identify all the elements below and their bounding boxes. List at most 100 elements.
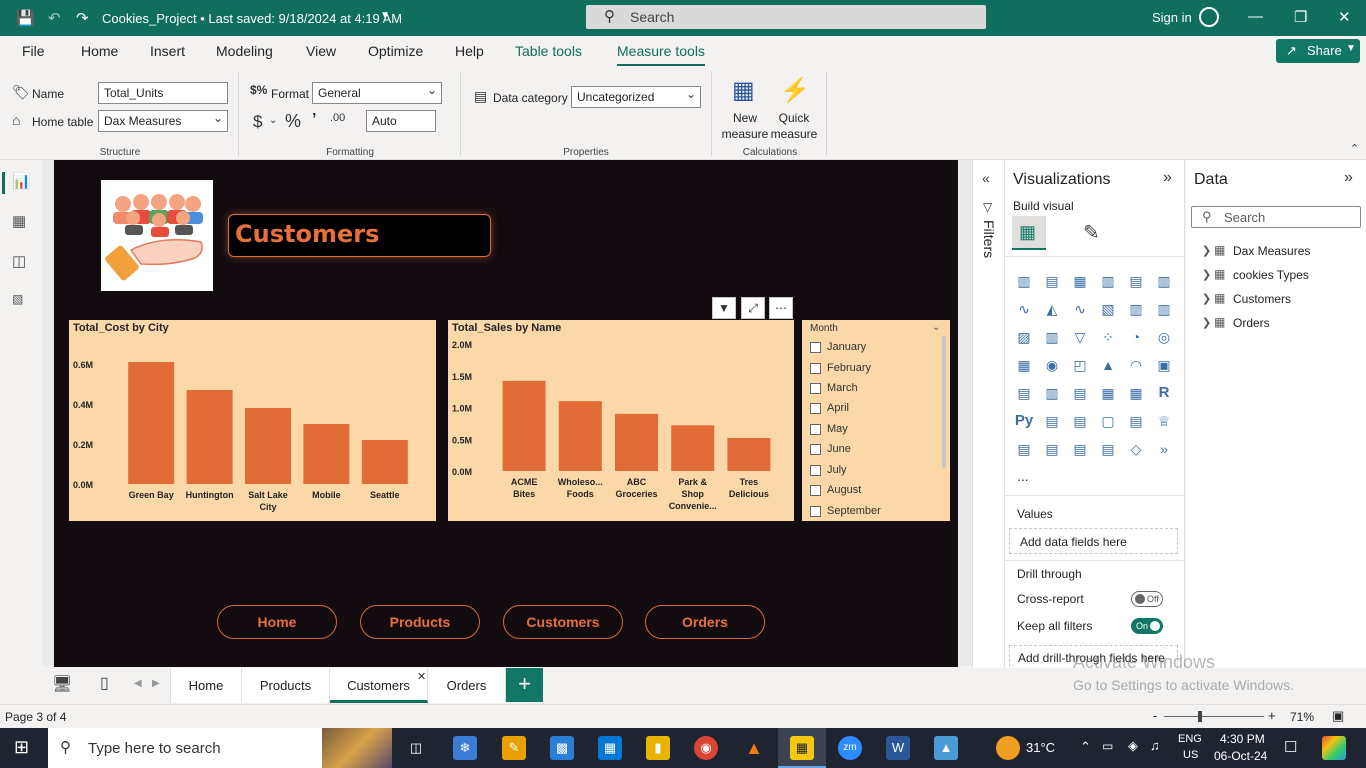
visual-type-icon[interactable]: ◭ (1042, 300, 1062, 318)
close-page-icon[interactable]: ✕ (417, 670, 426, 683)
restore-icon[interactable]: ❐ (1294, 8, 1307, 26)
share-button[interactable]: ↗ Share ▼ (1276, 39, 1360, 63)
zoom-slider-thumb[interactable] (1197, 711, 1202, 722)
document-title[interactable]: Cookies_Project • Last saved: 9/18/2024 … (102, 11, 402, 26)
app-icon[interactable]: ▩ (550, 736, 574, 760)
user-icon[interactable] (1199, 7, 1219, 27)
checkbox[interactable] (810, 403, 821, 414)
customers-logo-image[interactable] (101, 180, 213, 291)
battery-icon[interactable]: ▭ (1102, 739, 1113, 753)
task-view-icon[interactable]: ◫ (404, 736, 428, 760)
checkbox[interactable] (810, 506, 821, 517)
visual-type-icon[interactable]: ◔ (1126, 328, 1146, 346)
page-tab-customers[interactable]: Customers (330, 668, 428, 703)
file-explorer-icon[interactable]: ▮ (646, 736, 670, 760)
checkbox[interactable] (810, 444, 821, 455)
home-table-select[interactable]: Dax Measures (98, 110, 228, 132)
visual-type-icon[interactable]: ▤ (1126, 412, 1146, 430)
bar[interactable] (128, 362, 175, 484)
data-category-select[interactable]: Uncategorized (571, 86, 701, 108)
visual-type-icon[interactable]: ▥ (1098, 272, 1118, 290)
visual-type-icon[interactable]: ▤ (1042, 440, 1062, 458)
bar[interactable] (727, 437, 771, 471)
windows-start-icon[interactable]: ⊞ (14, 737, 29, 758)
chevron-down-icon[interactable]: ▼ (380, 10, 390, 21)
page-title-box[interactable]: Customers (228, 214, 491, 257)
focus-mode-icon[interactable]: ⤢ (741, 297, 765, 319)
add-page-button[interactable]: + (506, 668, 543, 702)
bar[interactable] (245, 408, 291, 484)
minimize-icon[interactable]: — (1248, 8, 1263, 25)
notifications-icon[interactable]: ☐ (1284, 738, 1297, 756)
zoom-in-icon[interactable]: + (1268, 708, 1276, 723)
quick-measure-button[interactable]: ⚡ Quick measure (770, 74, 818, 144)
slicer-scrollbar[interactable] (942, 336, 946, 468)
menu-modeling[interactable]: Modeling (216, 43, 273, 59)
region-indicator[interactable]: US (1183, 749, 1198, 761)
zoom-out-icon[interactable]: - (1153, 708, 1157, 723)
report-view-icon[interactable]: 📊 (12, 172, 31, 190)
power-bi-icon[interactable]: ▦ (790, 736, 814, 760)
zoom-slider[interactable] (1164, 716, 1264, 717)
visual-type-icon[interactable]: ▢ (1098, 412, 1118, 430)
close-icon[interactable]: ✕ (1338, 8, 1351, 26)
visual-type-icon[interactable]: ▥ (1126, 300, 1146, 318)
visual-type-icon[interactable]: ▤ (1042, 412, 1062, 430)
visual-type-icon[interactable]: R (1154, 384, 1174, 402)
checkbox[interactable] (810, 465, 821, 476)
month-slicer[interactable]: Month ⌄ January February March April May… (802, 320, 950, 521)
values-well[interactable]: Add data fields here (1009, 528, 1178, 554)
volume-icon[interactable]: ♫ (1150, 738, 1160, 753)
new-measure-button[interactable]: ▦ New measure (720, 74, 770, 144)
percent-icon[interactable]: % (285, 111, 301, 132)
weather-icon[interactable] (996, 736, 1020, 760)
visual-type-icon[interactable]: ▥ (1042, 328, 1062, 346)
nav-button-home[interactable]: Home (217, 605, 337, 639)
collapse-icon[interactable]: » (1163, 169, 1172, 187)
checkbox[interactable] (810, 363, 821, 374)
menu-insert[interactable]: Insert (150, 43, 185, 59)
build-visual-tab[interactable]: ▦ (1012, 216, 1046, 250)
decimal-places-input[interactable]: Auto (366, 110, 436, 132)
expand-icon[interactable]: « (982, 170, 990, 186)
filters-label[interactable]: Filters (981, 220, 997, 258)
cross-report-toggle[interactable]: Off (1131, 591, 1163, 607)
visual-type-icon[interactable]: ▥ (1154, 300, 1174, 318)
visual-type-icon[interactable]: ▤ (1042, 272, 1062, 290)
visual-type-icon[interactable]: ▥ (1154, 272, 1174, 290)
save-icon[interactable]: 💾 (16, 9, 35, 27)
visual-type-icon[interactable]: ∿ (1070, 300, 1090, 318)
visual-type-icon[interactable]: ∿ (1014, 300, 1034, 318)
word-icon[interactable]: W (886, 736, 910, 760)
language-indicator[interactable]: ENG (1178, 733, 1202, 745)
format-visual-icon[interactable]: ✎ (1083, 220, 1100, 245)
table-view-icon[interactable]: ▦ (12, 212, 26, 230)
show-hidden-icons-icon[interactable]: ⌃ (1080, 739, 1091, 755)
visual-type-icon[interactable]: ▽ (1070, 328, 1090, 346)
desktop-layout-icon[interactable]: 🖥 (52, 674, 72, 694)
fit-to-page-icon[interactable]: ▣ (1332, 708, 1344, 724)
total-cost-by-city-chart[interactable]: Total_Cost by City 0.6M 0.4M 0.2M 0.0M Green… (69, 320, 436, 521)
visual-type-icon[interactable]: ▣ (1154, 356, 1174, 374)
visual-type-icon[interactable]: ♕ (1154, 412, 1174, 430)
menu-view[interactable]: View (306, 43, 336, 59)
store-icon[interactable]: ▦ (598, 736, 622, 760)
nav-button-products[interactable]: Products (360, 605, 480, 639)
bar[interactable] (558, 401, 602, 471)
page-tab-orders[interactable]: Orders (428, 668, 506, 703)
visual-type-icon[interactable]: ▥ (1042, 384, 1062, 402)
scroll-right-icon[interactable]: ▶ (152, 678, 160, 689)
visual-type-icon[interactable]: ◎ (1154, 328, 1174, 346)
visual-type-icon[interactable]: ▤ (1126, 272, 1146, 290)
total-sales-by-name-chart[interactable]: Total_Sales by Name 2.0M 1.5M 1.0M 0.5M 0.0M… (448, 320, 794, 521)
photos-icon[interactable]: ▲ (934, 736, 958, 760)
visual-type-icon[interactable]: ▤ (1014, 384, 1034, 402)
checkbox[interactable] (810, 424, 821, 435)
visual-type-icon[interactable]: ▧ (1098, 300, 1118, 318)
visual-type-icon[interactable]: ◉ (1042, 356, 1062, 374)
bar[interactable] (502, 380, 546, 471)
wifi-icon[interactable]: ◈ (1128, 738, 1138, 754)
visual-type-icon[interactable]: ▦ (1126, 384, 1146, 402)
weather-temperature[interactable]: 31°C (1026, 740, 1055, 755)
visual-type-icon[interactable]: ◇ (1126, 440, 1146, 458)
